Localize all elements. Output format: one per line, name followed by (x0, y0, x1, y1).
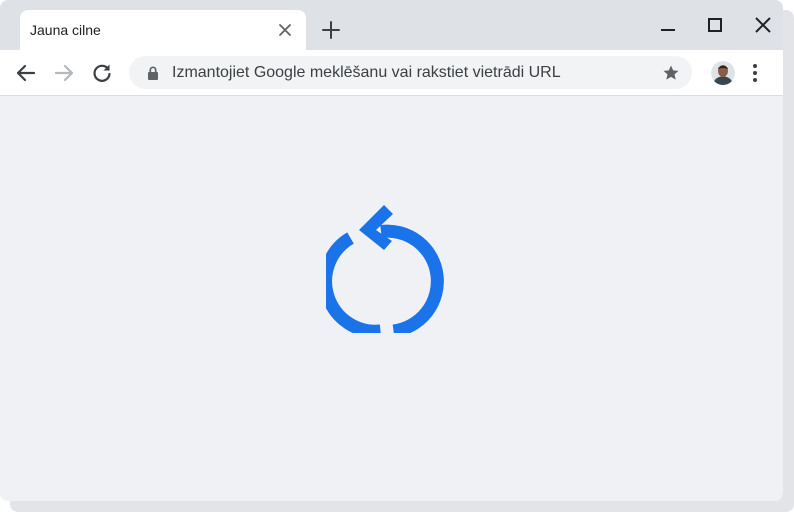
reload-icon (326, 205, 444, 333)
close-icon[interactable] (276, 21, 294, 39)
maximize-icon[interactable] (705, 15, 725, 35)
three-dots-icon[interactable] (745, 61, 765, 85)
browser-window: Jauna cilne Izmantojiet Google meklēšanu… (0, 0, 783, 501)
tab-strip: Jauna cilne (0, 0, 783, 50)
avatar[interactable] (711, 61, 735, 85)
arrow-left-icon[interactable] (14, 61, 38, 85)
minimize-icon[interactable] (658, 20, 678, 40)
tab-new-tab[interactable]: Jauna cilne (20, 10, 306, 50)
toolbar: Izmantojiet Google meklēšanu vai rakstie… (0, 50, 783, 96)
omnibox[interactable]: Izmantojiet Google meklēšanu vai rakstie… (129, 56, 692, 89)
arrow-right-icon[interactable] (52, 61, 76, 85)
close-icon[interactable] (753, 15, 773, 35)
reload-icon[interactable] (90, 61, 114, 85)
plus-icon[interactable] (320, 19, 342, 41)
lock-icon (148, 66, 158, 80)
star-icon[interactable] (661, 63, 681, 83)
page-content (0, 96, 783, 501)
omnibox-placeholder: Izmantojiet Google meklēšanu vai rakstie… (172, 64, 561, 81)
tab-title: Jauna cilne (30, 22, 101, 38)
